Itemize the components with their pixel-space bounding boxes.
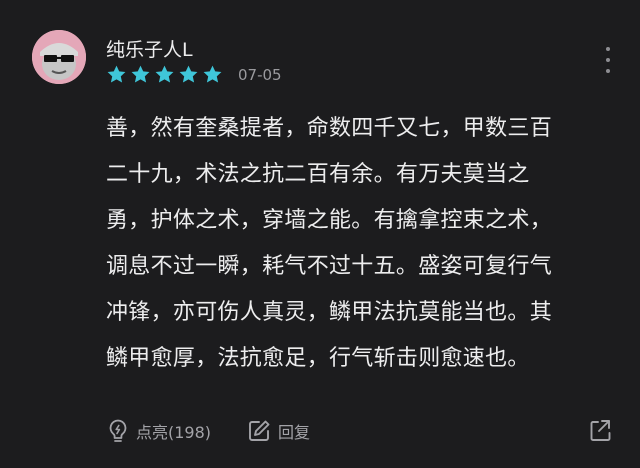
- comment-line: 冲锋，亦可伤人真灵，鳞甲法抗莫能当也。其: [106, 300, 553, 325]
- reply-label: 回复: [278, 423, 311, 442]
- star-icon: [179, 65, 198, 83]
- like-count-label: 点亮(198): [136, 423, 212, 442]
- share-button[interactable]: [588, 418, 612, 444]
- comment-line: 勇，护体之术，穿墙之能。有擒拿控束之术，: [106, 208, 553, 233]
- reply-button[interactable]: 回复: [246, 418, 310, 444]
- comment-body: 善，然有奎桑提者，命数四千又七，甲数三百 二十九，术法之抗二百有余。有万夫莫当之…: [106, 106, 606, 382]
- comment-line: 调息不过一瞬，耗气不过十五。盛姿可复行气: [106, 254, 553, 279]
- avatar-image: [32, 30, 86, 84]
- edit-pen-icon: [249, 420, 270, 441]
- comment-actions: 点亮(198) 回复: [106, 418, 616, 446]
- username[interactable]: 纯乐子人L: [106, 35, 193, 62]
- star-icon: [107, 65, 126, 83]
- avatar[interactable]: [32, 30, 86, 84]
- like-button[interactable]: 点亮(198): [106, 418, 211, 444]
- star-icon: [131, 65, 150, 83]
- lightbulb-icon: [109, 419, 127, 442]
- comment-date: 07-05: [238, 66, 282, 84]
- comment-line: 二十九，术法之抗二百有余。有万夫莫当之: [106, 162, 530, 187]
- star-icon: [155, 65, 174, 83]
- comment-line: 善，然有奎桑提者，命数四千又七，甲数三百: [106, 116, 553, 141]
- share-icon: [590, 420, 611, 441]
- rating-stars: [106, 64, 223, 85]
- more-vertical-icon[interactable]: [598, 47, 618, 73]
- star-icon: [203, 65, 222, 83]
- comment-card: 纯乐子人L 07-05 善，然有奎桑提者，命数四千又七，甲数三百 二十九，术法之…: [0, 0, 640, 468]
- comment-line: 鳞甲愈厚，法抗愈足，行气斩击则愈速也。: [106, 346, 530, 371]
